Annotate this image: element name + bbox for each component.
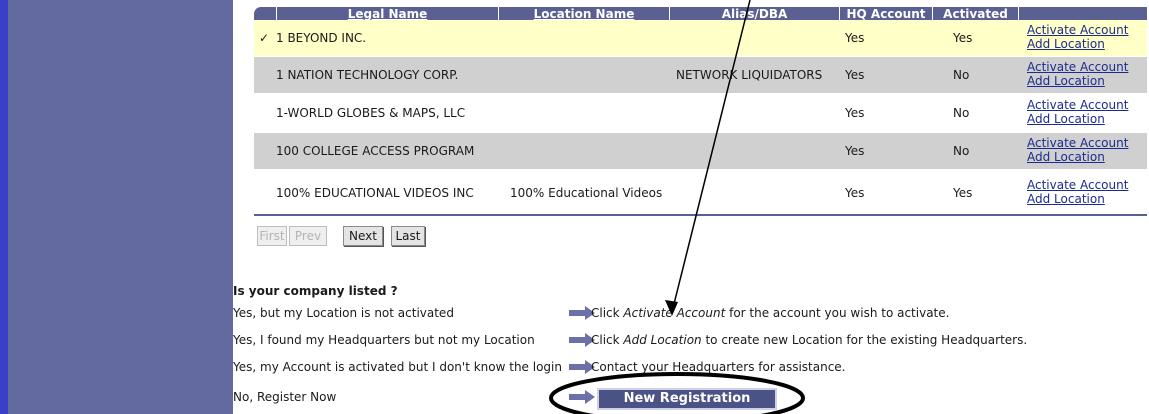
help-answer: Contact your Headquarters for assistance… <box>591 358 846 376</box>
legal-name-cell: 1-WORLD GLOBES & MAPS, LLC <box>276 106 466 120</box>
table-row[interactable]: 1-WORLD GLOBES & MAPS, LLC Yes No Activa… <box>254 95 1147 131</box>
table-row[interactable]: 100 COLLEGE ACCESS PROGRAM Yes No Activa… <box>254 133 1147 169</box>
legal-name-cell: 100% EDUCATIONAL VIDEOS INC <box>276 186 474 200</box>
help-answer-text: Click <box>591 306 624 320</box>
row-actions: Activate Account Add Location <box>1027 23 1128 51</box>
table-row[interactable]: ✓ 1 BEYOND INC. Yes Yes Activate Account… <box>254 20 1147 56</box>
help-question: Yes, my Account is activated but I don't… <box>233 360 562 374</box>
first-page-button[interactable]: First <box>257 226 287 246</box>
help-row: Yes, but my Location is not activated Cl… <box>233 304 1133 322</box>
help-row: Yes, I found my Headquarters but not my … <box>233 331 1133 349</box>
table-row[interactable]: 100% EDUCATIONAL VIDEOS INC 100% Educati… <box>254 175 1147 211</box>
activate-account-link[interactable]: Activate Account <box>1027 98 1128 112</box>
activate-account-link[interactable]: Activate Account <box>1027 178 1128 192</box>
left-sidebar <box>0 0 233 414</box>
activated-cell: No <box>953 144 970 158</box>
help-answer: Click Activate Account for the account y… <box>591 304 949 322</box>
help-answer-text: Contact your Headquarters for assistance… <box>591 360 846 374</box>
header-location-name[interactable]: Location Name <box>498 7 669 21</box>
activated-cell: Yes <box>953 186 973 200</box>
legal-name-cell: 100 COLLEGE ACCESS PROGRAM <box>276 144 475 158</box>
new-registration-button[interactable]: New Registration <box>597 388 777 410</box>
add-location-link[interactable]: Add Location <box>1027 192 1128 206</box>
header-legal-name[interactable]: Legal Name <box>276 7 498 21</box>
last-page-button[interactable]: Last <box>391 226 425 246</box>
next-page-button[interactable]: Next <box>343 226 383 246</box>
row-actions: Activate Account Add Location <box>1027 98 1128 126</box>
help-answer-emphasis: Activate Account <box>623 306 726 320</box>
header-alias: Alias/DBA <box>669 7 839 21</box>
activated-cell: No <box>953 68 970 82</box>
legal-name-cell: 1 BEYOND INC. <box>276 31 367 45</box>
location-name-cell: 100% Educational Videos <box>510 186 663 200</box>
add-location-link[interactable]: Add Location <box>1027 112 1128 126</box>
help-answer-emphasis: Add Location <box>623 333 702 347</box>
help-answer-text: Click <box>591 333 624 347</box>
header-activated: Activated <box>932 7 1018 21</box>
hq-account-cell: Yes <box>845 106 865 120</box>
activate-account-link[interactable]: Activate Account <box>1027 23 1128 37</box>
activated-cell: No <box>953 106 970 120</box>
row-actions: Activate Account Add Location <box>1027 136 1128 164</box>
help-question: No, Register Now <box>233 390 337 404</box>
help-question: Yes, but my Location is not activated <box>233 306 454 320</box>
table-bottom-divider <box>254 214 1147 216</box>
hq-account-cell: Yes <box>845 68 865 82</box>
help-answer-text: to create new Location for the existing … <box>701 333 1028 347</box>
table-header: Legal Name Location Name Alias/DBA HQ Ac… <box>254 7 1147 21</box>
add-location-link[interactable]: Add Location <box>1027 37 1128 51</box>
help-answer-text: for the account you wish to activate. <box>725 306 950 320</box>
check-icon: ✓ <box>259 31 270 45</box>
help-title: Is your company listed ? <box>233 284 398 298</box>
hq-account-cell: Yes <box>845 31 865 45</box>
activate-account-link[interactable]: Activate Account <box>1027 60 1128 74</box>
help-question: Yes, I found my Headquarters but not my … <box>233 333 535 347</box>
sidebar-edge <box>0 0 8 414</box>
alias-cell: NETWORK LIQUIDATORS <box>676 68 823 82</box>
activated-cell: Yes <box>953 31 973 45</box>
header-actions <box>1018 7 1147 21</box>
add-location-link[interactable]: Add Location <box>1027 150 1128 164</box>
header-hq-account: HQ Account <box>839 7 932 21</box>
row-actions: Activate Account Add Location <box>1027 178 1128 206</box>
help-answer: Click Add Location to create new Locatio… <box>591 331 1027 349</box>
header-select-column <box>268 7 276 21</box>
hq-account-cell: Yes <box>845 144 865 158</box>
hq-account-cell: Yes <box>845 186 865 200</box>
table-row[interactable]: 1 NATION TECHNOLOGY CORP. NETWORK LIQUID… <box>254 57 1147 93</box>
activate-account-link[interactable]: Activate Account <box>1027 136 1128 150</box>
help-row: Yes, my Account is activated but I don't… <box>233 358 1133 376</box>
prev-page-button[interactable]: Prev <box>289 226 327 246</box>
row-actions: Activate Account Add Location <box>1027 60 1128 88</box>
legal-name-cell: 1 NATION TECHNOLOGY CORP. <box>276 68 459 82</box>
right-arrow-icon <box>569 390 595 404</box>
add-location-link[interactable]: Add Location <box>1027 74 1128 88</box>
